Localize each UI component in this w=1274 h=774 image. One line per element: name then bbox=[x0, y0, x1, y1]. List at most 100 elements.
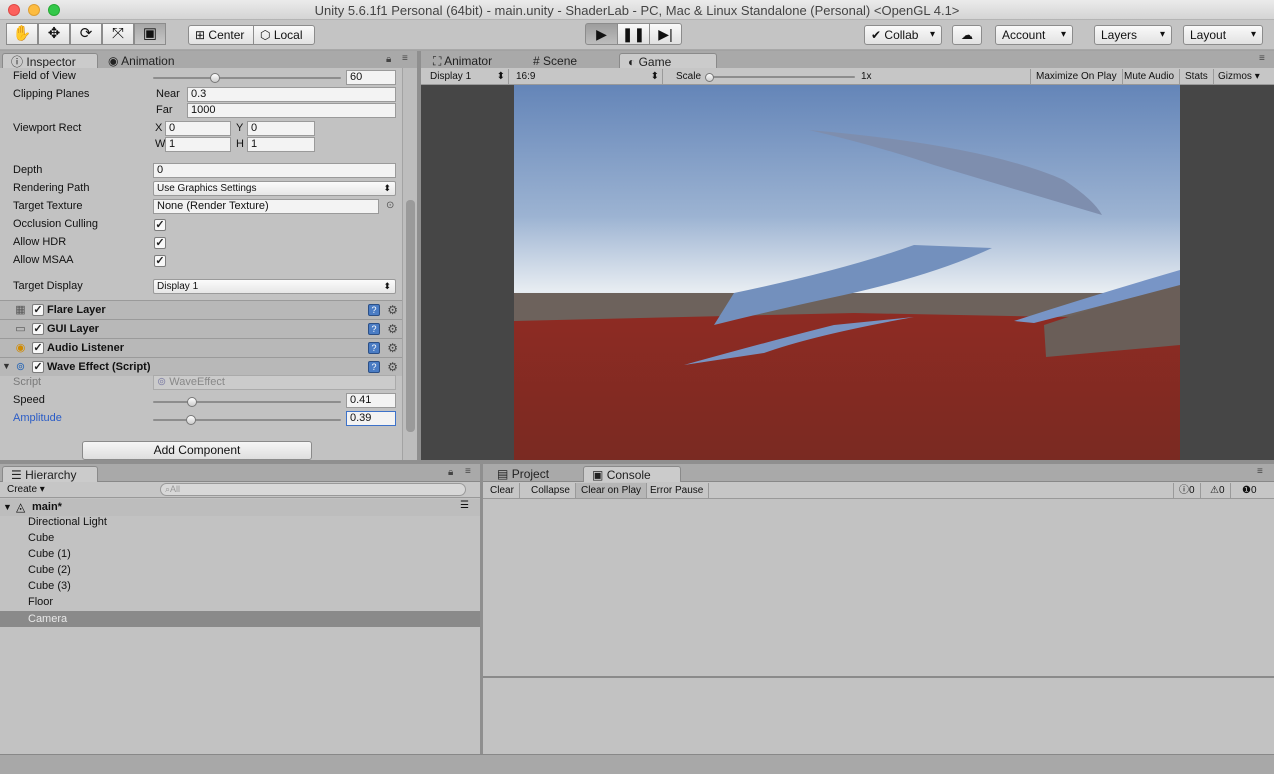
object-picker-icon[interactable]: ⊙ bbox=[386, 200, 394, 211]
tab-game[interactable]: ◐ Game bbox=[619, 53, 717, 69]
rotate-icon[interactable]: ⟳ bbox=[70, 23, 102, 45]
tab-animator[interactable]: ⛶ Animator bbox=[425, 53, 500, 69]
error-filter-toggle[interactable]: ❶0 bbox=[1237, 483, 1262, 498]
pause-button[interactable]: ❚❚ bbox=[617, 23, 650, 45]
amplitude-input[interactable]: 0.39 bbox=[346, 411, 396, 426]
scale-slider-knob[interactable] bbox=[705, 73, 714, 82]
scale-icon[interactable]: ⤧ bbox=[102, 23, 134, 45]
scene-header[interactable]: ▼ ◬ main* ☰ bbox=[0, 499, 480, 516]
flare-layer-enabled-checkbox[interactable]: ✓ bbox=[32, 304, 44, 316]
hierarchy-selected-row[interactable]: Camera bbox=[0, 611, 480, 627]
help-book-icon[interactable]: ? bbox=[368, 342, 380, 354]
lock-icon[interactable]: 🔒︎ bbox=[386, 54, 391, 65]
collab-dropdown[interactable]: ✔ Collab bbox=[864, 25, 942, 45]
hierarchy-search-input[interactable]: ⌕All bbox=[160, 483, 466, 496]
mute-audio-toggle[interactable]: Mute Audio bbox=[1119, 69, 1181, 84]
amplitude-slider-knob[interactable] bbox=[185, 415, 196, 425]
field-of-view-slider-knob[interactable] bbox=[210, 73, 221, 83]
display-dropdown[interactable]: Display 1 ⬍ bbox=[425, 69, 509, 84]
panel-menu-icon[interactable]: ≡ bbox=[402, 53, 408, 64]
audio-listener-enabled-checkbox[interactable]: ✓ bbox=[32, 342, 44, 354]
gear-icon[interactable]: ⚙ bbox=[387, 322, 398, 336]
hierarchy-item-cube-3[interactable]: Cube (3) bbox=[28, 580, 71, 592]
speed-input[interactable]: 0.41 bbox=[346, 393, 396, 408]
console-log-list[interactable] bbox=[483, 499, 1274, 676]
target-display-dropdown[interactable]: Display 1 bbox=[153, 279, 396, 294]
layers-dropdown[interactable]: Layers bbox=[1094, 25, 1172, 45]
foldout-arrow-icon[interactable]: ▼ bbox=[2, 361, 11, 371]
hierarchy-item-cube[interactable]: Cube bbox=[28, 532, 54, 544]
viewport-x-input[interactable]: 0 bbox=[165, 121, 231, 136]
allow-msaa-checkbox[interactable]: ✓ bbox=[154, 255, 166, 267]
tab-project[interactable]: ▤ Project bbox=[489, 466, 557, 482]
layout-dropdown[interactable]: Layout bbox=[1183, 25, 1263, 45]
rect-tool-icon[interactable]: ▣ bbox=[134, 23, 166, 45]
warning-filter-toggle[interactable]: ⚠0 bbox=[1205, 483, 1231, 498]
field-of-view-slider[interactable] bbox=[153, 73, 341, 83]
gear-icon[interactable]: ⚙ bbox=[387, 341, 398, 355]
viewport-y-input[interactable]: 0 bbox=[247, 121, 315, 136]
panel-menu-icon[interactable]: ≡ bbox=[1257, 466, 1263, 477]
viewport-h-input[interactable]: 1 bbox=[247, 137, 315, 152]
play-button[interactable]: ▶ bbox=[585, 23, 618, 45]
stats-toggle[interactable]: Stats bbox=[1180, 69, 1214, 84]
allow-hdr-checkbox[interactable]: ✓ bbox=[154, 237, 166, 249]
add-component-button[interactable]: Add Component bbox=[82, 441, 312, 460]
create-dropdown[interactable]: Create ▾ bbox=[4, 483, 48, 497]
move-icon[interactable]: ✥ bbox=[38, 23, 70, 45]
hand-icon[interactable]: ✋ bbox=[6, 23, 38, 45]
account-dropdown[interactable]: Account bbox=[995, 25, 1073, 45]
hierarchy-item-floor[interactable]: Floor bbox=[28, 596, 53, 608]
near-input[interactable]: 0.3 bbox=[187, 87, 396, 102]
component-header-wave-effect[interactable]: ▼ ⊚ ✓ Wave Effect (Script) ? ⚙ bbox=[0, 357, 402, 376]
clear-button[interactable]: Clear bbox=[485, 483, 520, 498]
hierarchy-item-cube-1[interactable]: Cube (1) bbox=[28, 548, 71, 560]
tab-console[interactable]: ▣ Console bbox=[583, 466, 681, 482]
tab-inspector[interactable]: ⓘ Inspector bbox=[2, 53, 98, 69]
scene-menu-icon[interactable]: ☰ bbox=[460, 500, 469, 511]
tab-animation[interactable]: ◉ Animation bbox=[100, 53, 183, 69]
depth-input[interactable]: 0 bbox=[153, 163, 396, 178]
component-header-audio-listener[interactable]: ◉ ✓ Audio Listener ? ⚙ bbox=[0, 338, 402, 357]
component-header-flare-layer[interactable]: ▦ ✓ Flare Layer ? ⚙ bbox=[0, 300, 402, 319]
panel-menu-icon[interactable]: ≡ bbox=[465, 466, 471, 477]
help-book-icon[interactable]: ? bbox=[368, 304, 380, 316]
occlusion-culling-checkbox[interactable]: ✓ bbox=[154, 219, 166, 231]
scrollbar-thumb[interactable] bbox=[406, 200, 415, 432]
aspect-dropdown[interactable]: 16:9 ⬍ bbox=[511, 69, 663, 84]
rendering-path-dropdown[interactable]: Use Graphics Settings bbox=[153, 181, 396, 196]
scale-slider[interactable] bbox=[705, 73, 855, 82]
amplitude-slider[interactable] bbox=[153, 415, 341, 425]
maximize-on-play-toggle[interactable]: Maximize On Play bbox=[1030, 69, 1123, 84]
gear-icon[interactable]: ⚙ bbox=[387, 360, 398, 374]
field-of-view-input[interactable]: 60 bbox=[346, 70, 396, 85]
viewport-w-input[interactable]: 1 bbox=[165, 137, 231, 152]
collapse-toggle[interactable]: Collapse bbox=[526, 483, 576, 498]
hierarchy-item-directional-light[interactable]: Directional Light bbox=[28, 516, 107, 528]
pivot-center-button[interactable]: ⊞ Center bbox=[188, 25, 254, 45]
lock-icon[interactable]: 🔒︎ bbox=[448, 467, 453, 478]
cloud-button[interactable]: ☁ bbox=[952, 25, 982, 45]
wave-effect-enabled-checkbox[interactable]: ✓ bbox=[32, 361, 44, 373]
foldout-arrow-icon[interactable]: ▼ bbox=[3, 502, 12, 512]
help-book-icon[interactable]: ? bbox=[368, 323, 380, 335]
game-view[interactable] bbox=[421, 68, 1274, 460]
tab-scene[interactable]: # Scene bbox=[525, 53, 585, 69]
inspector-scrollbar[interactable] bbox=[402, 68, 417, 460]
component-header-gui-layer[interactable]: ▭ ✓ GUI Layer ? ⚙ bbox=[0, 319, 402, 338]
gui-layer-enabled-checkbox[interactable]: ✓ bbox=[32, 323, 44, 335]
panel-menu-icon[interactable]: ≡ bbox=[1259, 53, 1265, 64]
info-filter-toggle[interactable]: ⓘ0 bbox=[1173, 483, 1201, 498]
hierarchy-item-cube-2[interactable]: Cube (2) bbox=[28, 564, 71, 576]
target-texture-field[interactable]: None (Render Texture) bbox=[153, 199, 379, 214]
tab-hierarchy[interactable]: ☰ Hierarchy bbox=[2, 466, 98, 482]
speed-slider-knob[interactable] bbox=[187, 397, 198, 407]
error-pause-toggle[interactable]: Error Pause bbox=[645, 483, 710, 498]
clear-on-play-toggle[interactable]: Clear on Play bbox=[576, 483, 648, 498]
help-book-icon[interactable]: ? bbox=[368, 361, 380, 373]
gear-icon[interactable]: ⚙ bbox=[387, 303, 398, 317]
space-local-button[interactable]: ⬡ Local bbox=[253, 25, 315, 45]
far-input[interactable]: 1000 bbox=[187, 103, 396, 118]
speed-slider[interactable] bbox=[153, 397, 341, 407]
gizmos-dropdown[interactable]: Gizmos ▾ bbox=[1213, 69, 1265, 84]
